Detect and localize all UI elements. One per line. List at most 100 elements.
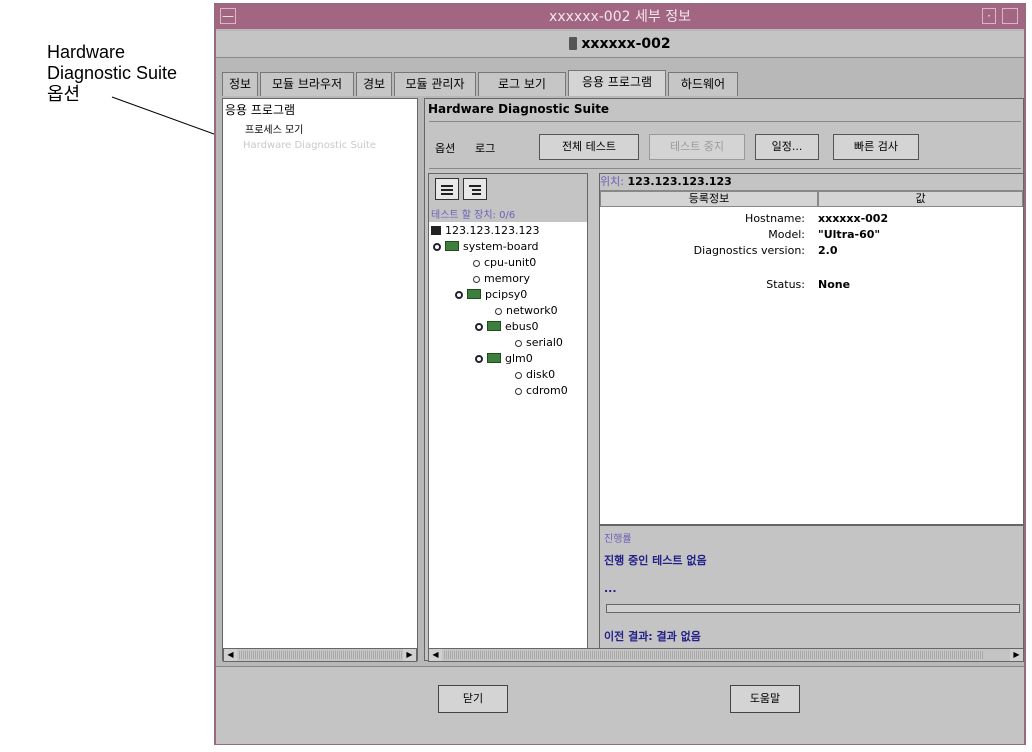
column-header-value[interactable]: 값 — [818, 191, 1023, 207]
scroll-right-icon[interactable]: ▶ — [403, 649, 416, 661]
progress-label: 진행률 — [604, 534, 632, 545]
board-icon — [467, 289, 481, 299]
host-name: xxxxxx-002 — [581, 36, 671, 52]
progress-panel: 진행률 진행 중인 테스트 없음 ... 이전 결과: 결과 없음 — [599, 525, 1024, 651]
tree-node-label: serial0 — [526, 336, 563, 349]
tree-item-process-monitor[interactable]: 프로세스 모기 — [245, 121, 303, 136]
scroll-track[interactable] — [443, 651, 983, 659]
application-tree: 응용 프로그램 프로세스 모기 Hardware Diagnostic Suit… — [222, 98, 418, 662]
tab-applications[interactable]: 응용 프로그램 — [568, 70, 666, 96]
tree-node-label: disk0 — [526, 368, 556, 381]
window-title: xxxxxx-002 세부 정보 — [549, 9, 691, 25]
host-computer-icon — [431, 226, 441, 235]
property-key: Model: — [768, 228, 805, 241]
maximize-icon[interactable] — [1002, 8, 1018, 24]
tree-node-pcipsy0[interactable]: pcipsy0 — [455, 288, 527, 301]
stop-test-button[interactable]: 테스트 중지 — [649, 134, 745, 160]
right-horizontal-scrollbar[interactable]: ◀ ▶ — [428, 648, 1024, 662]
host-icon — [569, 37, 578, 50]
property-key: Hostname: — [745, 212, 805, 225]
hds-toolbar: 옵션 로그 전체 테스트 테스트 중지 일정... 빠른 검사 — [429, 121, 1021, 169]
details-window: — xxxxxx-002 세부 정보 · xxxxxx-002 정보 모듈 브라… — [214, 3, 1026, 745]
board-icon — [445, 241, 459, 251]
column-header-properties[interactable]: 등록정보 — [600, 191, 818, 207]
tree-root-applications[interactable]: 응용 프로그램 — [225, 101, 295, 118]
tree-node-label: cdrom0 — [526, 384, 568, 397]
expander-icon[interactable] — [455, 291, 463, 299]
help-button[interactable]: 도움말 — [730, 685, 800, 713]
property-value: 2.0 — [818, 244, 838, 257]
property-value: xxxxxx-002 — [818, 212, 889, 225]
device-icon — [495, 308, 502, 315]
tree-node-label: system-board — [463, 240, 539, 253]
device-icon — [515, 340, 522, 347]
collapse-all-icon[interactable] — [435, 178, 459, 200]
properties-header: 등록정보 값 — [600, 191, 1023, 207]
tree-node-network0[interactable]: network0 — [495, 304, 558, 317]
tree-node-disk0[interactable]: disk0 — [515, 368, 555, 381]
properties-panel: 위치: 123.123.123.123 등록정보 값 Hostname: xxx… — [599, 173, 1024, 525]
tree-node-serial0[interactable]: serial0 — [515, 336, 563, 349]
scroll-left-icon[interactable]: ◀ — [429, 649, 442, 661]
property-key: Diagnostics version: — [693, 244, 805, 257]
expander-icon[interactable] — [475, 355, 483, 363]
device-icon — [473, 260, 480, 267]
test-device-count: 테스트 할 장치: 0/6 — [431, 210, 516, 221]
all-test-button[interactable]: 전체 테스트 — [539, 134, 639, 160]
close-button[interactable]: 닫기 — [438, 685, 508, 713]
tree-node-host[interactable]: 123.123.123.123 — [431, 224, 539, 237]
tab-hardware[interactable]: 하드웨어 — [668, 72, 738, 96]
board-icon — [487, 353, 501, 363]
progress-ellipsis: ... — [604, 582, 617, 595]
log-menu[interactable]: 로그 — [475, 140, 495, 156]
tree-node-label: cpu-unit0 — [484, 256, 537, 269]
tab-module-browser[interactable]: 모듈 브라우저 — [260, 72, 354, 96]
tab-alarms[interactable]: 경보 — [356, 72, 392, 96]
tree-item-hardware-diagnostic-suite[interactable]: Hardware Diagnostic Suite — [243, 140, 376, 151]
board-icon — [487, 321, 501, 331]
tree-node-label: ebus0 — [505, 320, 539, 333]
tree-node-label: network0 — [506, 304, 558, 317]
progress-bar — [606, 604, 1020, 613]
tree-node-label: memory — [484, 272, 530, 285]
device-tree-panel: 테스트 할 장치: 0/6 123.123.123.123 system-boa… — [428, 173, 588, 651]
previous-result: 이전 결과: 결과 없음 — [604, 630, 701, 643]
tree-node-memory[interactable]: memory — [473, 272, 530, 285]
progress-status: 진행 중인 테스트 없음 — [604, 554, 707, 567]
dialog-footer: 닫기 도움말 — [216, 666, 1024, 744]
location-label: 위치: — [600, 175, 624, 188]
device-icon — [515, 372, 522, 379]
device-tree: 123.123.123.123 system-board cpu-unit0 m… — [429, 222, 587, 650]
property-key: Status: — [766, 278, 805, 291]
left-horizontal-scrollbar[interactable]: ◀ ▶ — [223, 648, 417, 662]
tree-node-cpu-unit0[interactable]: cpu-unit0 — [473, 256, 536, 269]
minimize-icon[interactable]: · — [982, 8, 996, 24]
tab-log-view[interactable]: 로그 보기 — [478, 72, 566, 96]
options-menu[interactable]: 옵션 — [435, 140, 455, 156]
window-menu-icon[interactable]: — — [220, 8, 236, 24]
device-icon — [473, 276, 480, 283]
property-value: "Ultra-60" — [818, 228, 881, 241]
expander-icon[interactable] — [433, 243, 441, 251]
tree-node-label: 123.123.123.123 — [445, 224, 540, 237]
quick-check-button[interactable]: 빠른 검사 — [833, 134, 919, 160]
scroll-left-icon[interactable]: ◀ — [224, 649, 237, 661]
tab-module-manager[interactable]: 모듈 관리자 — [394, 72, 476, 96]
host-header: xxxxxx-002 — [216, 31, 1024, 58]
expand-all-icon[interactable] — [463, 178, 487, 200]
scroll-track[interactable] — [238, 651, 402, 659]
tab-info[interactable]: 정보 — [222, 72, 258, 96]
tree-node-label: glm0 — [505, 352, 533, 365]
tree-node-glm0[interactable]: glm0 — [475, 352, 533, 365]
tree-node-system-board[interactable]: system-board — [433, 240, 539, 253]
device-icon — [515, 388, 522, 395]
property-value: None — [818, 278, 851, 291]
window-titlebar[interactable]: — xxxxxx-002 세부 정보 · — [216, 5, 1024, 29]
hds-title: Hardware Diagnostic Suite — [428, 102, 610, 116]
expander-icon[interactable] — [475, 323, 483, 331]
location-bar: 위치: 123.123.123.123 — [600, 174, 1023, 191]
tree-node-ebus0[interactable]: ebus0 — [475, 320, 538, 333]
schedule-button[interactable]: 일정... — [755, 134, 819, 160]
scroll-right-icon[interactable]: ▶ — [1010, 649, 1023, 661]
tree-node-cdrom0[interactable]: cdrom0 — [515, 384, 568, 397]
